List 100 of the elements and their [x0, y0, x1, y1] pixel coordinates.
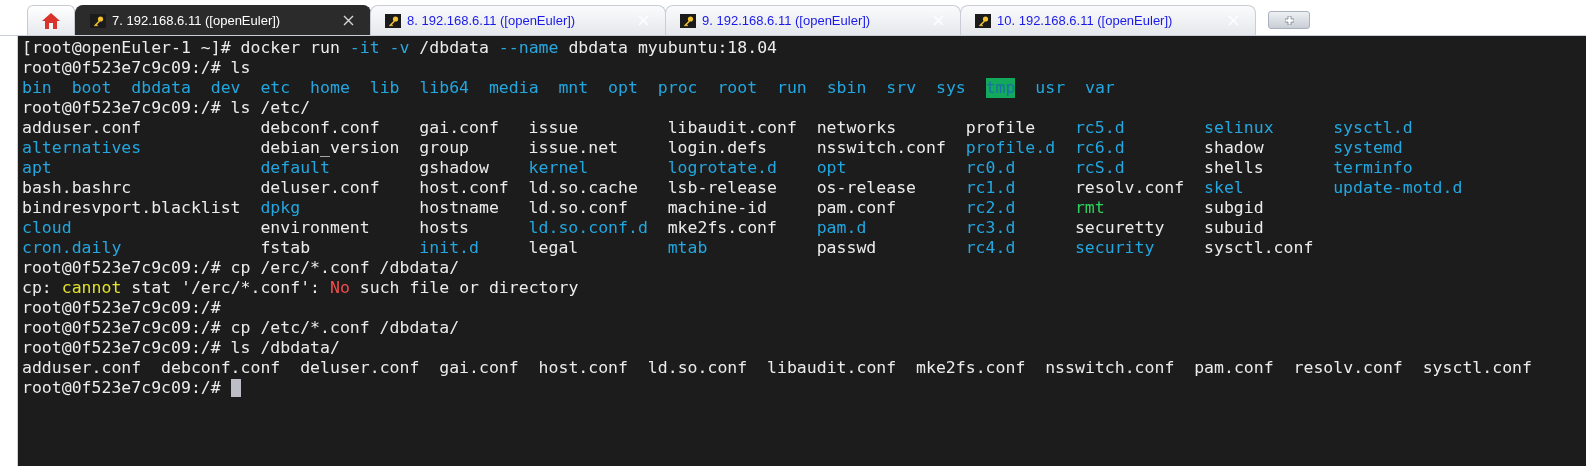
file-name: mnt — [558, 78, 589, 98]
file-name: security — [1074, 238, 1155, 257]
file-name: dev — [210, 78, 241, 98]
file-name: selinux — [1204, 118, 1274, 137]
file-name: systemd — [1333, 138, 1403, 157]
file-name: default — [260, 158, 330, 177]
key-icon — [680, 13, 696, 28]
file-name: gai.conf — [439, 358, 519, 378]
file-name: profile — [965, 118, 1036, 137]
file-name: pam.conf — [1194, 358, 1274, 378]
terminal-line: root@0f523e7c9c09:/# ls — [22, 58, 251, 78]
file-name: proc — [657, 78, 698, 98]
terminal-line: root@0f523e7c9c09:/# — [22, 298, 221, 318]
session-tab[interactable]: 8. 192.168.6.11 ([openEuler]) — [370, 5, 666, 35]
file-name: host.conf — [538, 358, 628, 378]
file-name: hosts — [419, 218, 469, 237]
key-icon — [385, 13, 401, 28]
file-name: passwd — [816, 238, 877, 257]
file-name: pam.d — [816, 218, 867, 237]
file-name: skel — [1204, 178, 1244, 197]
prompt-line: root@0f523e7c9c09:/# — [22, 378, 221, 398]
file-name: cron.daily — [22, 238, 122, 257]
session-tab[interactable]: 9. 192.168.6.11 ([openEuler]) — [665, 5, 961, 35]
file-name: apt — [22, 158, 52, 177]
plus-icon — [1284, 15, 1294, 25]
file-name: tmp — [985, 78, 1016, 98]
file-name: ld.so.conf — [528, 198, 628, 217]
file-name: securetty — [1074, 218, 1165, 237]
file-name: kernel — [528, 158, 589, 177]
home-icon — [41, 11, 61, 30]
file-name: logrotate.d — [667, 158, 777, 177]
file-name: lib64 — [419, 78, 470, 98]
file-name: machine-id — [667, 198, 767, 217]
file-name: ld.so.cache — [528, 178, 638, 197]
file-name: legal — [528, 238, 579, 257]
terminal-line: root@0f523e7c9c09:/# cp /etc/*.conf /dbdata/ — [22, 318, 460, 338]
file-name: adduser.conf — [22, 118, 142, 137]
file-name: srv — [886, 78, 917, 98]
tab-label: 9. 192.168.6.11 ([openEuler]) — [702, 11, 872, 30]
terminal-line: root@0f523e7c9c09:/# cp /erc/*.conf /dbdata/ — [22, 258, 460, 278]
key-icon — [90, 13, 106, 28]
file-name: sbin — [826, 78, 867, 98]
file-name: gai.conf — [419, 118, 499, 137]
file-name: gshadow — [419, 158, 489, 177]
file-name: rmt — [1074, 198, 1105, 217]
file-name: deluser.conf — [300, 358, 420, 378]
file-name: sys — [935, 78, 966, 98]
file-name: host.conf — [419, 178, 509, 197]
tab-label: 7. 192.168.6.11 ([openEuler]) — [112, 11, 282, 30]
file-name: issue.net — [528, 138, 618, 157]
file-name: rc3.d — [965, 218, 1016, 237]
file-name: environment — [260, 218, 370, 237]
terminal-line: [root@openEuler-1 ~]# docker run -it -v /dbdata --name dbdata myubuntu:18.04 — [22, 38, 777, 58]
file-name: deluser.conf — [260, 178, 380, 197]
file-name: boot — [71, 78, 112, 98]
tab-label: 8. 192.168.6.11 ([openEuler]) — [407, 11, 577, 30]
file-name: etc — [260, 78, 291, 98]
cursor — [230, 379, 241, 397]
file-name: bindresvport.blacklist — [22, 198, 241, 217]
key-icon — [975, 13, 991, 28]
file-name: update-motd.d — [1333, 178, 1463, 197]
file-name: debconf.conf — [161, 358, 281, 378]
file-name: fstab — [260, 238, 311, 257]
file-name: rc6.d — [1074, 138, 1125, 157]
file-name: pam.conf — [816, 198, 897, 217]
session-tab[interactable]: 7. 192.168.6.11 ([openEuler]) — [75, 5, 371, 35]
file-name: os-release — [816, 178, 916, 197]
file-name: ld.so.conf — [647, 358, 748, 378]
file-name: rc5.d — [1074, 118, 1125, 137]
file-name: run — [777, 78, 807, 98]
file-name: rcS.d — [1074, 158, 1125, 177]
file-name: profile.d — [965, 138, 1056, 157]
file-name: var — [1084, 78, 1115, 98]
file-name: root — [717, 78, 758, 98]
file-name: subgid — [1204, 198, 1264, 217]
file-name: dpkg — [260, 198, 301, 217]
home-tab[interactable] — [27, 5, 75, 35]
file-name: terminfo — [1333, 158, 1413, 177]
tab-label: 10. 192.168.6.11 ([openEuler]) — [997, 11, 1174, 30]
file-name: init.d — [419, 238, 479, 257]
file-name: cloud — [22, 218, 72, 237]
file-name: opt — [608, 78, 638, 98]
file-name: ld.so.conf.d — [528, 218, 648, 237]
file-name: rc0.d — [965, 158, 1016, 177]
file-name: media — [488, 78, 539, 98]
file-name: subuid — [1204, 218, 1264, 237]
file-name: mke2fs.conf — [667, 218, 777, 237]
file-name: shadow — [1204, 138, 1264, 157]
file-name: rc4.d — [965, 238, 1016, 257]
file-name: debconf.conf — [260, 118, 380, 137]
file-name: libaudit.conf — [667, 118, 797, 137]
file-name: mtab — [667, 238, 708, 257]
file-name: rc2.d — [965, 198, 1016, 217]
file-name: opt — [816, 158, 847, 177]
file-name: resolv.conf — [1293, 358, 1403, 378]
file-name: nsswitch.conf — [1045, 358, 1175, 378]
session-tab[interactable]: 10. 192.168.6.11 ([openEuler]) — [960, 5, 1256, 35]
new-tab-button[interactable] — [1268, 11, 1310, 29]
file-name: debian_version — [260, 138, 400, 157]
close-icon[interactable] — [343, 15, 354, 26]
